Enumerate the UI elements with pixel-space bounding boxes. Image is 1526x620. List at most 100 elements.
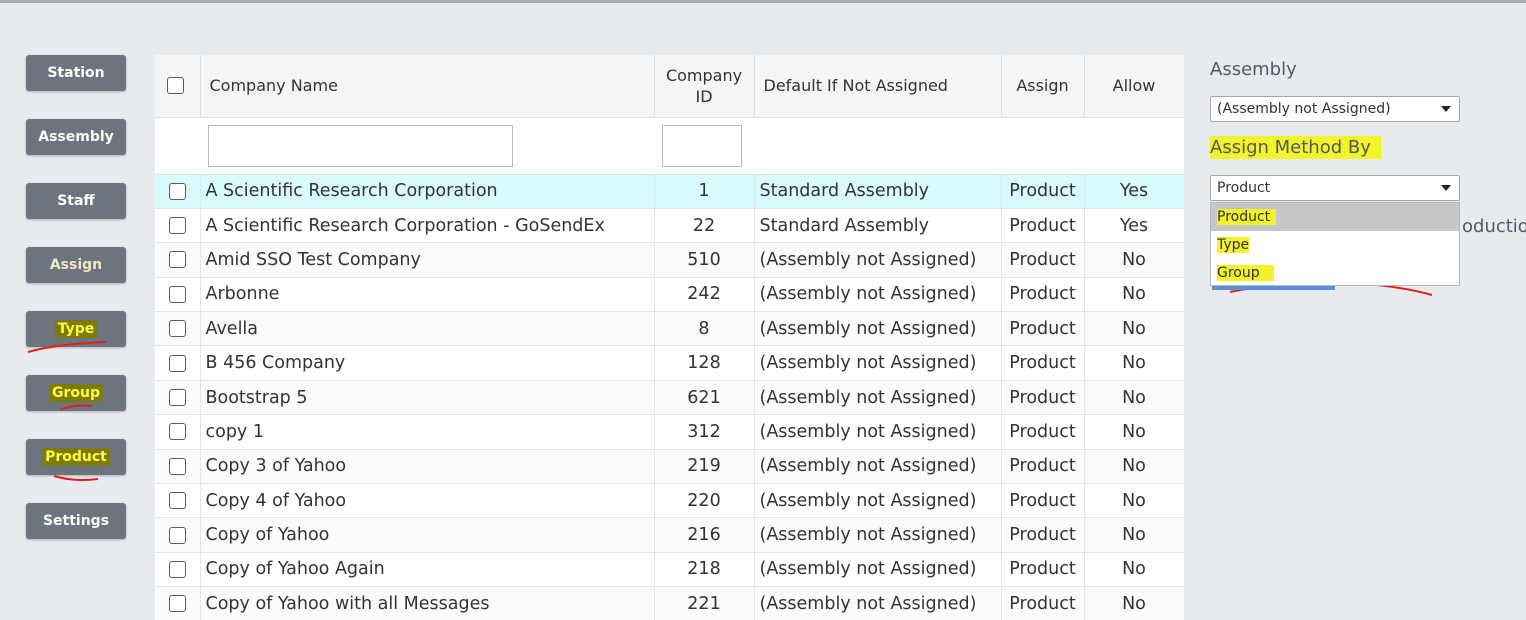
assign-cell: Product xyxy=(1001,449,1085,485)
default-cell: (Assembly not Assigned) xyxy=(754,345,1002,381)
default-cell: (Assembly not Assigned) xyxy=(754,242,1002,278)
company-name-cell: Amid SSO Test Company xyxy=(200,242,655,278)
assign-cell: Product xyxy=(1001,174,1085,209)
assign-cell: Product xyxy=(1001,345,1085,381)
table-row[interactable]: Copy 4 of Yahoo 220 (Assembly not Assigned… xyxy=(155,483,1184,519)
table-row[interactable]: Copy of Yahoo 216 (Assembly not Assigned) P… xyxy=(155,517,1184,553)
header-company-id[interactable]: Company ID xyxy=(654,55,755,118)
default-cell: (Assembly not Assigned) xyxy=(754,449,1002,485)
assign-method-dropdown: Product Type Group xyxy=(1210,202,1460,286)
row-checkbox[interactable] xyxy=(168,354,186,372)
row-select-cell xyxy=(155,414,201,450)
nav-type-button[interactable]: Type xyxy=(26,311,126,347)
table-row[interactable]: B 456 Company 128 (Assembly not Assigned) P… xyxy=(155,345,1184,381)
assign-method-label: Assign Method By xyxy=(1210,136,1381,159)
table-row[interactable]: A Scientific Research Corporation - GoSe… xyxy=(155,208,1184,244)
row-select-cell xyxy=(155,208,201,244)
row-select-cell xyxy=(155,242,201,278)
nav-group-button[interactable]: Group xyxy=(26,375,126,411)
row-checkbox[interactable] xyxy=(168,320,186,338)
row-select-cell xyxy=(155,586,201,620)
allow-cell: No xyxy=(1084,552,1184,588)
default-cell: (Assembly not Assigned) xyxy=(754,414,1002,450)
allow-cell: No xyxy=(1084,242,1184,278)
company-name-cell: Arbonne xyxy=(200,277,655,313)
table-row[interactable]: Amid SSO Test Company 510 (Assembly not As… xyxy=(155,242,1184,278)
company-id-cell: 128 xyxy=(654,345,755,381)
assign-cell: Product xyxy=(1001,483,1085,519)
table-row[interactable]: copy 1 312 (Assembly not Assigned) Product N… xyxy=(155,414,1184,450)
assign-method-select[interactable]: Product xyxy=(1210,175,1460,201)
company-name-cell: Copy 3 of Yahoo xyxy=(200,449,655,485)
company-id-cell: 221 xyxy=(654,586,755,620)
header-assign[interactable]: Assign xyxy=(1001,55,1085,118)
assign-cell: Product xyxy=(1001,517,1085,553)
nav-station-button[interactable]: Station xyxy=(26,55,126,91)
nav-assign-button[interactable]: Assign xyxy=(26,247,126,283)
assign-cell: Product xyxy=(1001,208,1085,244)
row-checkbox[interactable] xyxy=(168,457,186,475)
row-checkbox[interactable] xyxy=(168,217,186,235)
company-id-cell: 22 xyxy=(654,208,755,244)
row-select-cell xyxy=(155,311,201,347)
company-name-cell: Copy of Yahoo xyxy=(200,517,655,553)
assign-cell: Product xyxy=(1001,586,1085,620)
default-cell: Standard Assembly xyxy=(754,174,1002,209)
table-row[interactable]: Copy of Yahoo with all Messages 221 (Assem… xyxy=(155,586,1184,620)
assign-cell: Product xyxy=(1001,414,1085,450)
company-id-filter-input[interactable] xyxy=(662,124,742,167)
row-checkbox[interactable] xyxy=(168,526,186,544)
nav-product-button[interactable]: Product xyxy=(26,439,126,475)
table-row[interactable]: Avella 8 (Assembly not Assigned) Product No xyxy=(155,311,1184,347)
allow-cell: Yes xyxy=(1084,174,1184,209)
company-id-cell: 220 xyxy=(654,483,755,519)
nav-settings-button[interactable]: Settings xyxy=(26,503,126,539)
header-default[interactable]: Default If Not Assigned xyxy=(754,55,1002,118)
row-checkbox[interactable] xyxy=(168,389,186,407)
company-name-cell: A Scientific Research Corporation - GoSe… xyxy=(200,208,655,244)
row-checkbox[interactable] xyxy=(168,423,186,441)
company-name-cell: Copy 4 of Yahoo xyxy=(200,483,655,519)
company-name-cell: copy 1 xyxy=(200,414,655,450)
company-id-cell: 312 xyxy=(654,414,755,450)
header-company-name[interactable]: Company Name xyxy=(200,55,655,118)
option-product[interactable]: Product xyxy=(1211,203,1459,231)
header-allow[interactable]: Allow xyxy=(1084,55,1184,118)
row-select-cell xyxy=(155,552,201,588)
assembly-select[interactable]: (Assembly not Assigned) xyxy=(1210,96,1460,122)
row-checkbox[interactable] xyxy=(168,182,186,200)
chevron-down-icon xyxy=(1441,106,1451,112)
company-name-cell: Avella xyxy=(200,311,655,347)
company-name-filter-input[interactable] xyxy=(208,124,513,167)
allow-cell: No xyxy=(1084,311,1184,347)
nav-group-label: Group xyxy=(48,384,103,402)
default-cell: Standard Assembly xyxy=(754,208,1002,244)
assign-cell: Product xyxy=(1001,277,1085,313)
table-row[interactable]: Arbonne 242 (Assembly not Assigned) Product… xyxy=(155,277,1184,313)
table-row[interactable]: Copy of Yahoo Again 218 (Assembly not Assi… xyxy=(155,552,1184,588)
row-checkbox[interactable] xyxy=(168,492,186,510)
option-type[interactable]: Type xyxy=(1211,231,1459,259)
allow-cell: No xyxy=(1084,380,1184,416)
allow-cell: Yes xyxy=(1084,208,1184,244)
table-row[interactable]: A Scientific Research Corporation 1 Standa… xyxy=(155,174,1184,209)
row-checkbox[interactable] xyxy=(168,285,186,303)
nav-type-label: Type xyxy=(54,320,98,338)
table-row[interactable]: Copy 3 of Yahoo 219 (Assembly not Assigned… xyxy=(155,449,1184,485)
company-name-cell: Copy of Yahoo with all Messages xyxy=(200,586,655,620)
nav-product-label: Product xyxy=(42,448,110,466)
nav-assembly-button[interactable]: Assembly xyxy=(26,119,126,155)
header-select-all xyxy=(155,55,201,118)
row-checkbox[interactable] xyxy=(168,595,186,613)
row-checkbox[interactable] xyxy=(168,560,186,578)
default-cell: (Assembly not Assigned) xyxy=(754,517,1002,553)
company-id-cell: 218 xyxy=(654,552,755,588)
select-all-checkbox[interactable] xyxy=(167,77,184,95)
assign-cell: Product xyxy=(1001,380,1085,416)
company-name-cell: B 456 Company xyxy=(200,345,655,381)
nav-staff-button[interactable]: Staff xyxy=(26,183,126,219)
table-row[interactable]: Bootstrap 5 621 (Assembly not Assigned) Pro… xyxy=(155,380,1184,416)
option-group[interactable]: Group xyxy=(1211,259,1459,287)
row-checkbox[interactable] xyxy=(168,251,186,269)
company-name-cell: Copy of Yahoo Again xyxy=(200,552,655,588)
